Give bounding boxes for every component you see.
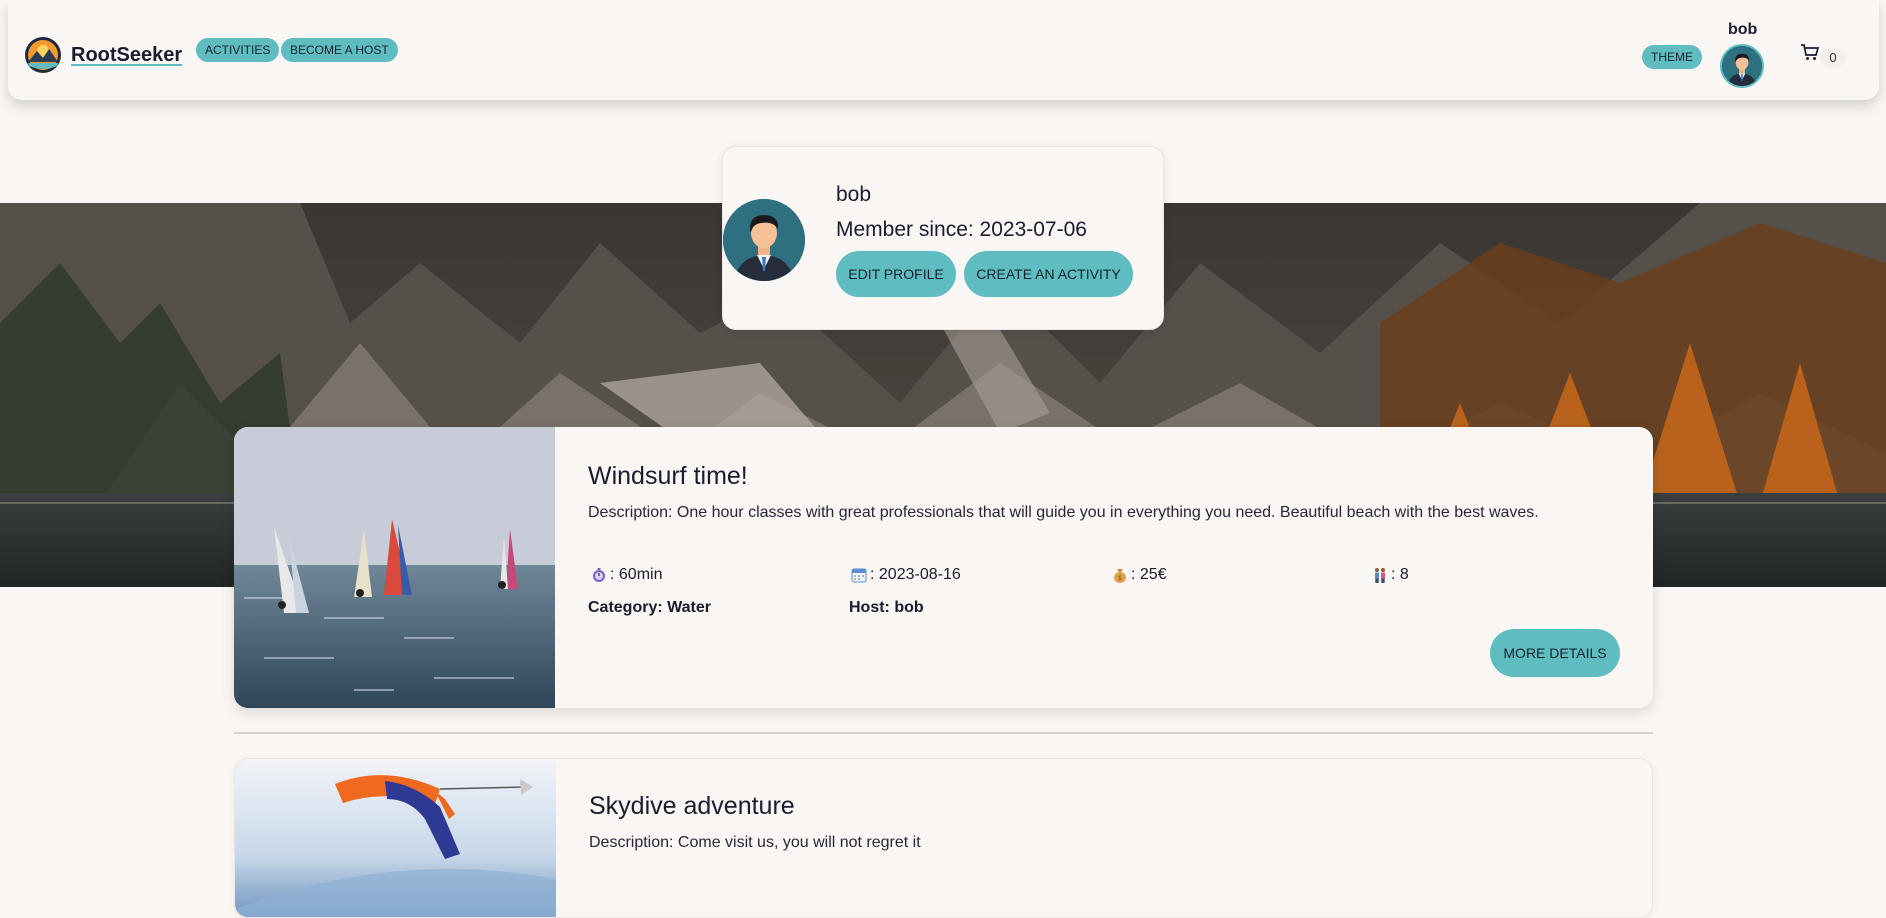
more-details-button[interactable]: MORE DETAILS [1490,629,1620,677]
date-value: : 2023-08-16 [870,566,961,583]
user-avatar[interactable] [1720,44,1764,88]
avatar-icon [723,199,805,281]
money-bag-icon: $ [1114,569,1126,583]
skydive-image [235,759,556,917]
brand-link[interactable]: RootSeeker [24,36,182,74]
navbar: RootSeeker ACTIVITIES BECOME A HOST THEM… [8,0,1879,100]
member-since: Member since: 2023-07-06 [836,218,1087,241]
windsurf-image [234,427,555,708]
activity-description: Description: Come visit us, you will not… [589,834,921,851]
theme-button[interactable]: THEME [1642,45,1702,69]
edit-profile-button[interactable]: EDIT PROFILE [836,251,956,297]
duration-value: : 60min [610,566,663,583]
svg-text:$: $ [1118,574,1122,582]
people-icon [1375,568,1385,583]
people-stat: : 8 [1371,566,1409,584]
profile-card: bob Member since: 2023-07-06 EDIT PROFIL… [722,146,1164,330]
brand-name[interactable]: RootSeeker [71,44,182,67]
activity-category: Category: Water [588,599,711,616]
profile-name: bob [836,183,872,206]
price-stat: $ : 25€ [1111,566,1167,584]
activity-title: Windsurf time! [588,462,748,490]
card-divider [234,732,1653,734]
avatar-icon [1722,46,1762,86]
date-stat: : 2023-08-16 [850,566,961,584]
people-value: : 8 [1391,566,1409,583]
nav-become-host-button[interactable]: BECOME A HOST [281,38,398,62]
cart-icon[interactable] [1800,42,1820,62]
cart-count-badge: 0 [1820,48,1846,68]
activity-title: Skydive adventure [589,792,795,820]
nav-activities-button[interactable]: ACTIVITIES [196,38,280,62]
activity-card: Windsurf time! Description: One hour cla… [234,427,1653,708]
nav-username: bob [1728,21,1758,38]
calendar-icon [851,568,867,583]
create-activity-button[interactable]: CREATE AN ACTIVITY [964,251,1133,297]
profile-avatar [723,199,805,281]
activity-description: Description: One hour classes with great… [588,504,1539,521]
mountain-logo-icon [25,37,61,73]
stopwatch-icon [593,568,605,582]
activity-card: Skydive adventure Description: Come visi… [234,758,1653,918]
price-value: : 25€ [1131,566,1167,583]
duration-stat: : 60min [590,566,662,584]
activity-host: Host: bob [849,599,924,616]
